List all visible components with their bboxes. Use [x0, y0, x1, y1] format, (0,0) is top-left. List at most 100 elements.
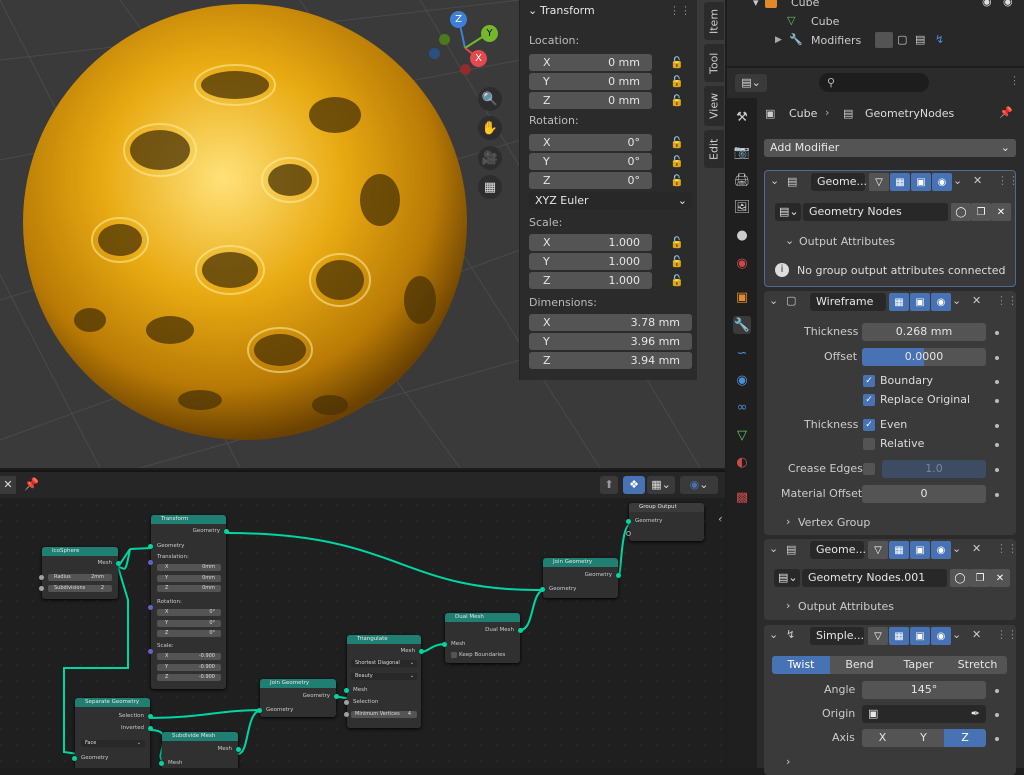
node-tree-type-icon[interactable]: ▤⌄: [774, 569, 800, 587]
grid-ortho-icon[interactable]: ▦: [478, 175, 502, 199]
lock-icon[interactable]: 🔓: [670, 75, 684, 88]
texture-icon[interactable]: ▩: [733, 488, 751, 506]
edit-mode-icon[interactable]: ▽: [868, 541, 888, 559]
mesh-data-icon[interactable]: ▽: [733, 426, 751, 444]
dimensions-y-field[interactable]: Y 3.96 mm: [529, 333, 692, 350]
lock-icon[interactable]: 🔓: [670, 155, 684, 168]
node-editor[interactable]: ✕ 📌 ⬆ ❖ ▦⌄ ◉⌄ ‹ IcoSphere Mesh Radius2: [0, 470, 725, 768]
scale-z-field[interactable]: Z 1.000: [529, 272, 652, 289]
replace-original-checkbox[interactable]: ✓: [863, 394, 875, 406]
gizmo-x-axis[interactable]: X: [470, 50, 487, 67]
offset-slider[interactable]: 0.0000: [862, 348, 986, 366]
tool-icon[interactable]: ⚒: [733, 108, 751, 126]
chevron-down-icon[interactable]: ⌄: [769, 294, 778, 307]
output-socket[interactable]: [224, 529, 229, 534]
output-socket[interactable]: [334, 694, 339, 699]
transform-s-y-field[interactable]: Y -0.900: [157, 663, 221, 671]
tab-edit[interactable]: Edit: [704, 130, 724, 168]
keyframe-dot[interactable]: [995, 468, 999, 472]
scale-y-field[interactable]: Y 1.000: [529, 253, 652, 270]
fake-user-shield-icon[interactable]: ◯: [951, 203, 971, 221]
keyframe-dot[interactable]: [995, 331, 999, 335]
lock-icon[interactable]: 🔓: [670, 136, 684, 149]
transform-header[interactable]: ⌄ Transform ⋮⋮: [520, 0, 697, 24]
zoom-icon[interactable]: 🔍: [478, 87, 502, 111]
input-socket[interactable]: [344, 700, 349, 705]
input-socket[interactable]: [39, 586, 44, 591]
node-dual-mesh[interactable]: Dual Mesh Dual Mesh Mesh Keep Boundaries: [442, 613, 523, 663]
viewport-display-icon[interactable]: ▣: [910, 627, 930, 645]
node-group-field[interactable]: Geometry Nodes.001: [802, 569, 947, 587]
editmode-cage-icon[interactable]: ▦: [889, 293, 909, 311]
tab-item[interactable]: Item: [704, 2, 724, 40]
transform-r-z-field[interactable]: Z 0°: [157, 630, 221, 637]
dimensions-x-field[interactable]: X 3.78 mm: [529, 314, 692, 331]
location-x-field[interactable]: X0 mm: [529, 54, 652, 71]
lock-icon[interactable]: 🔓: [670, 174, 684, 187]
camera-icon[interactable]: ◉: [1003, 0, 1013, 8]
origin-object-field[interactable]: ▣ ✒: [862, 705, 986, 723]
render-camera-icon[interactable]: ◉: [931, 627, 951, 645]
output-socket[interactable]: [148, 714, 153, 719]
input-socket[interactable]: [344, 688, 349, 693]
dimensions-z-field[interactable]: Z 3.94 mm: [529, 352, 692, 369]
chevron-down-icon[interactable]: ⌄: [769, 542, 778, 555]
outliner-mesh-name[interactable]: Cube: [811, 15, 839, 28]
render-camera-icon[interactable]: ◉: [931, 293, 951, 311]
input-socket[interactable]: [442, 642, 447, 647]
tab-tool[interactable]: Tool: [704, 44, 724, 82]
breadcrumb-modifier[interactable]: GeometryNodes: [865, 107, 954, 120]
chevron-down-icon[interactable]: ⌄: [952, 294, 961, 307]
material-offset-field[interactable]: 0: [862, 485, 986, 503]
editmode-cage-icon[interactable]: ▦: [889, 627, 909, 645]
chevron-right-icon[interactable]: ›: [786, 599, 790, 612]
scale-x-field[interactable]: X 1.000: [529, 234, 652, 251]
even-checkbox[interactable]: ✓: [863, 419, 875, 431]
chevron-down-icon[interactable]: ⌄: [769, 628, 778, 641]
view-layer-icon[interactable]: 🖼: [733, 198, 751, 216]
input-socket[interactable]: [148, 560, 153, 565]
constraints-icon[interactable]: ∞: [733, 398, 751, 416]
rotation-y-field[interactable]: Y 0°: [529, 153, 652, 170]
radius-field[interactable]: Radius 2mm: [48, 574, 112, 581]
output-icon[interactable]: 🖨: [733, 171, 751, 189]
close-icon[interactable]: ✕: [972, 294, 981, 307]
keyframe-dot[interactable]: [995, 737, 999, 741]
output-socket[interactable]: [518, 628, 523, 633]
close-icon[interactable]: ✕: [972, 542, 981, 555]
boundary-checkbox[interactable]: ✓: [863, 375, 875, 387]
unlink-close-icon[interactable]: ✕: [991, 203, 1011, 221]
gizmo-y-axis[interactable]: Y: [481, 25, 498, 42]
viewport-display-icon[interactable]: ▣: [911, 173, 931, 191]
input-socket[interactable]: [540, 587, 545, 592]
input-socket[interactable]: [626, 519, 631, 524]
lock-icon[interactable]: 🔓: [670, 94, 684, 107]
input-socket[interactable]: [148, 605, 153, 610]
transform-s-x-field[interactable]: X -0.900: [157, 653, 221, 660]
viewport-display-icon[interactable]: ▣: [910, 541, 930, 559]
input-socket[interactable]: [39, 575, 44, 580]
lock-icon[interactable]: 🔓: [670, 255, 684, 268]
input-socket[interactable]: [344, 712, 349, 717]
input-socket[interactable]: [148, 544, 153, 549]
input-socket[interactable]: [257, 708, 262, 713]
duplicate-icon[interactable]: ❐: [970, 569, 990, 587]
hand-pan-icon[interactable]: ✋: [478, 116, 502, 140]
drag-handle-icon[interactable]: ⋮⋮: [996, 294, 1018, 307]
keyframe-dot[interactable]: [995, 493, 999, 497]
ngon-method-select[interactable]: Beauty ⌄: [351, 673, 417, 680]
gizmo-z-axis[interactable]: Z: [450, 11, 467, 28]
mode-taper[interactable]: Taper: [889, 656, 948, 674]
gizmo-neg-y[interactable]: [439, 34, 450, 45]
output-attributes-subpanel[interactable]: Output Attributes: [799, 235, 895, 248]
node-triangulate[interactable]: Triangulate Mesh Shortest Diagonal ⌄ Beau…: [344, 635, 424, 728]
viewport-display-icon[interactable]: ▣: [910, 293, 930, 311]
output-socket[interactable]: [616, 573, 621, 578]
wireframe-icon[interactable]: ▢: [897, 33, 907, 46]
search-input[interactable]: ⚲: [819, 73, 929, 92]
lock-icon[interactable]: 🔓: [670, 274, 684, 287]
edit-mode-icon[interactable]: ▽: [869, 173, 889, 191]
scene-icon[interactable]: ●: [733, 226, 751, 244]
drag-handle-icon[interactable]: ⋮⋮: [996, 628, 1018, 641]
rotation-mode-select[interactable]: XYZ Euler ⌄: [529, 192, 692, 209]
